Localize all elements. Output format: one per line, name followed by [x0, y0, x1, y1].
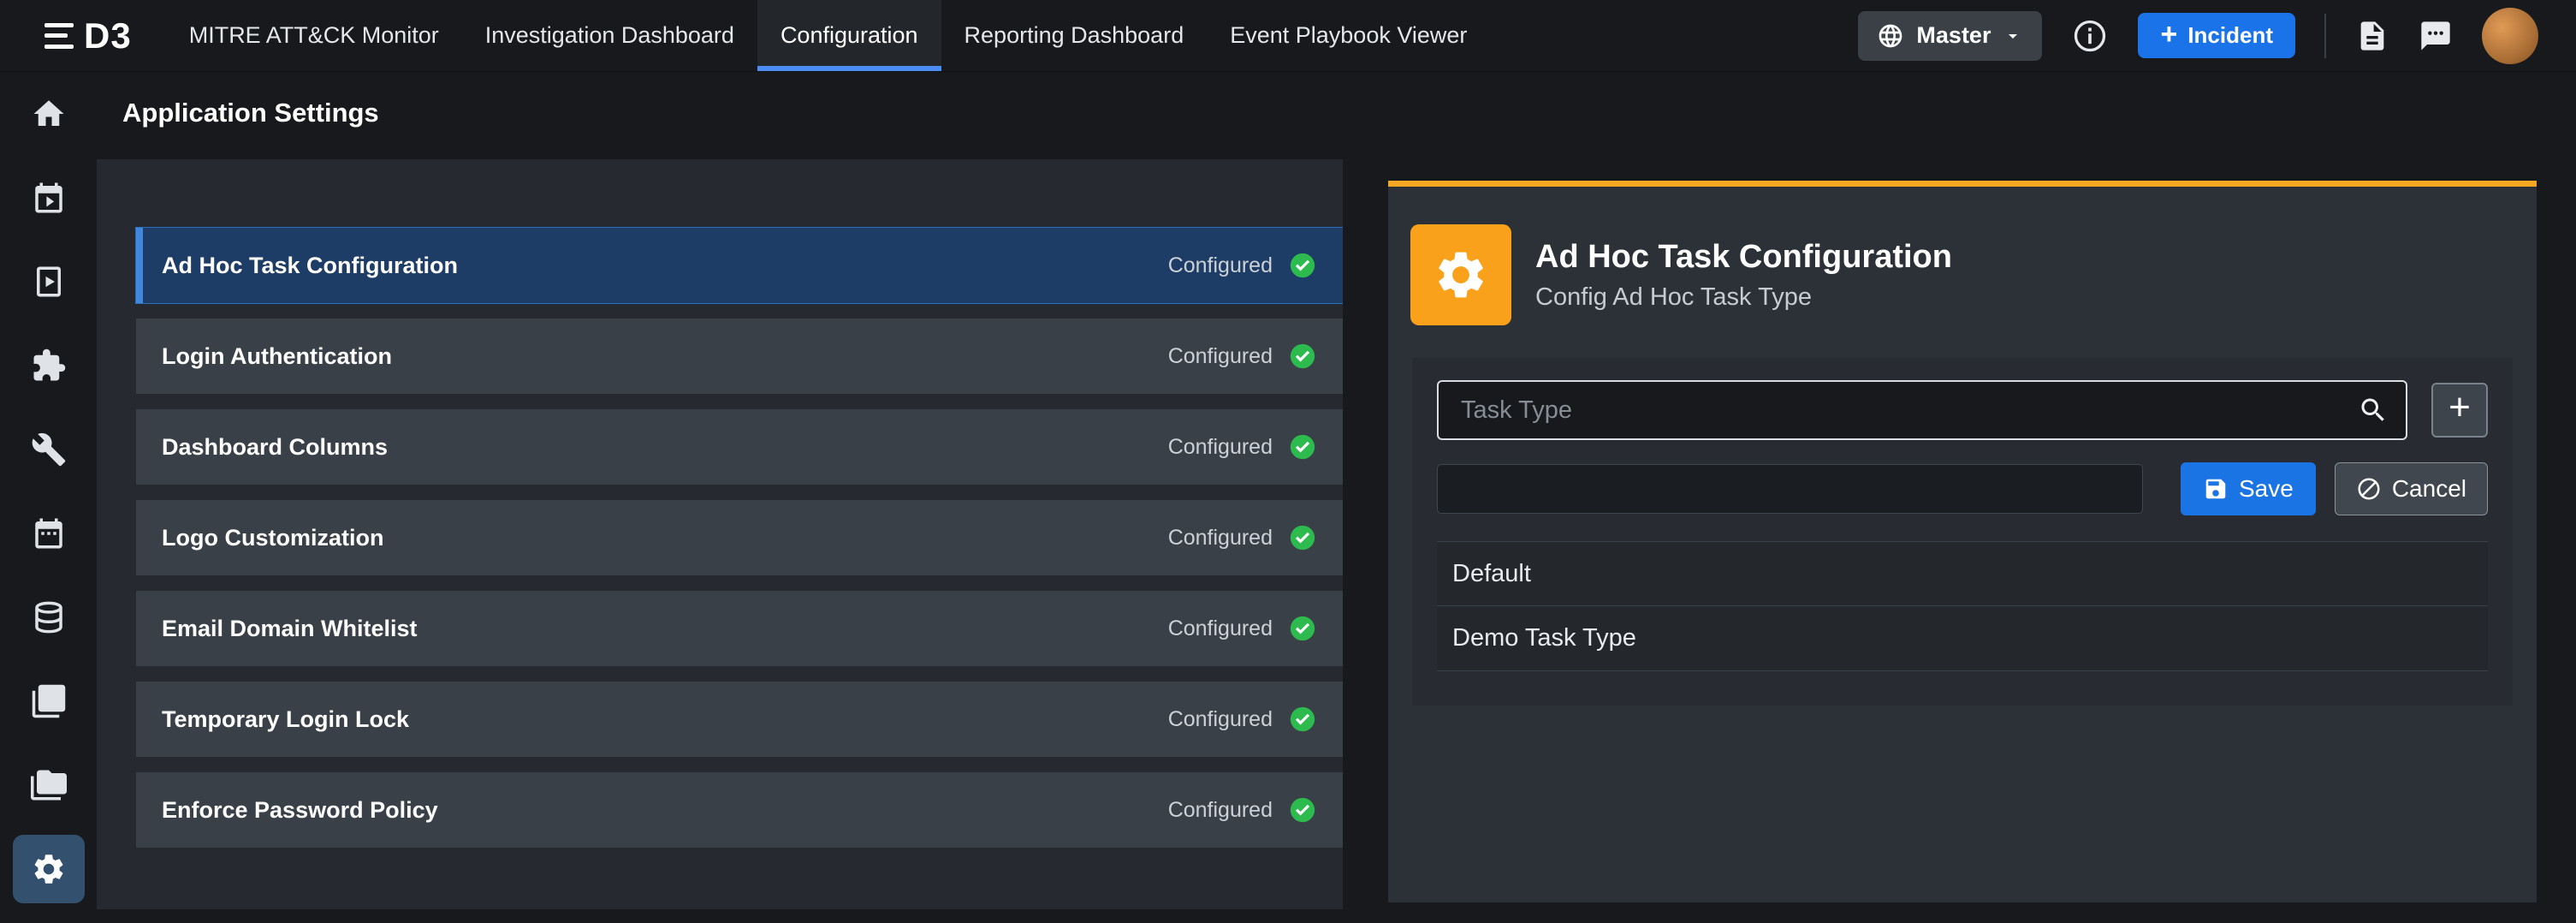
detail-panel: Ad Hoc Task Configuration Config Ad Hoc …: [1388, 181, 2537, 902]
settings-item-enforce-password-policy[interactable]: Enforce Password Policy Configured: [136, 772, 1343, 848]
settings-item-login-authentication[interactable]: Login Authentication Configured: [136, 319, 1343, 394]
gear-icon: [1433, 247, 1489, 303]
sidebar-item-playbooks[interactable]: [0, 240, 97, 324]
main-area: Application Settings Ad Hoc Task Configu…: [97, 72, 2576, 923]
detail-title: Ad Hoc Task Configuration: [1535, 238, 1952, 277]
chat-icon[interactable]: [2419, 19, 2453, 53]
sidebar-item-schedule[interactable]: [0, 491, 97, 575]
configured-check-icon: [1288, 795, 1317, 825]
save-icon: [2203, 476, 2229, 502]
windows-icon: [31, 683, 67, 719]
info-icon[interactable]: [2071, 17, 2109, 55]
incident-button-label: Incident: [2187, 22, 2273, 49]
task-type-list: Default Demo Task Type: [1437, 541, 2488, 671]
add-task-type-button[interactable]: +: [2431, 383, 2488, 438]
nav-configuration[interactable]: Configuration: [757, 0, 941, 71]
topbar-divider: [2324, 14, 2326, 58]
chevron-down-icon: [2003, 26, 2023, 46]
schedule-icon: [31, 515, 67, 551]
globe-icon: [1877, 22, 1904, 50]
nav-event-playbook-viewer[interactable]: Event Playbook Viewer: [1207, 0, 1490, 71]
logo-text: D3: [84, 15, 132, 57]
status-badge: Configured: [1168, 795, 1317, 825]
status-badge: Configured: [1168, 342, 1317, 371]
sidebar-item-integrations[interactable]: [0, 324, 97, 408]
status-badge: Configured: [1168, 432, 1317, 462]
configured-check-icon: [1288, 614, 1317, 643]
app-root: D3 MITRE ATT&CK Monitor Investigation Da…: [0, 0, 2576, 923]
nav-mitre-attack-monitor[interactable]: MITRE ATT&CK Monitor: [166, 0, 462, 71]
new-task-type-input[interactable]: [1437, 464, 2143, 514]
settings-item-email-domain-whitelist[interactable]: Email Domain Whitelist Configured: [136, 591, 1343, 666]
status-badge: Configured: [1168, 251, 1317, 280]
sidebar-item-home[interactable]: [0, 72, 97, 156]
detail-subtitle: Config Ad Hoc Task Type: [1535, 283, 1952, 312]
cancel-button[interactable]: Cancel: [2335, 462, 2488, 515]
configured-check-icon: [1288, 342, 1317, 371]
configured-check-icon: [1288, 251, 1317, 280]
settings-item-logo-customization[interactable]: Logo Customization Configured: [136, 500, 1343, 575]
top-navigation-bar: D3 MITRE ATT&CK Monitor Investigation Da…: [0, 0, 2576, 72]
task-type-row-demo[interactable]: Demo Task Type: [1437, 606, 2488, 671]
nav-reporting-dashboard[interactable]: Reporting Dashboard: [941, 0, 1208, 71]
cancel-icon: [2356, 476, 2382, 502]
incident-button[interactable]: + Incident: [2138, 13, 2295, 58]
save-button-label: Save: [2239, 475, 2294, 503]
menu-bars-icon: [45, 23, 74, 49]
sidebar-item-data[interactable]: [0, 575, 97, 659]
content-area: Ad Hoc Task Configuration Configured Log…: [97, 154, 2576, 923]
home-icon: [31, 96, 67, 132]
settings-list-panel: Ad Hoc Task Configuration Configured Log…: [97, 159, 1343, 909]
configured-check-icon: [1288, 705, 1317, 734]
page-title: Application Settings: [122, 98, 379, 128]
status-badge: Configured: [1168, 523, 1317, 552]
master-dropdown[interactable]: Master: [1858, 11, 2042, 61]
sidebar: [0, 72, 97, 923]
configured-check-icon: [1288, 432, 1317, 462]
page-header: Application Settings: [97, 72, 2576, 154]
detail-header: Ad Hoc Task Configuration Config Ad Hoc …: [1388, 187, 2537, 358]
sidebar-item-files[interactable]: [0, 743, 97, 827]
d3-logo[interactable]: D3: [45, 0, 132, 71]
sidebar-item-windows[interactable]: [0, 659, 97, 743]
search-wrap: [1437, 380, 2407, 440]
settings-rows: Ad Hoc Task Configuration Configured Log…: [136, 228, 1343, 848]
search-row: +: [1437, 380, 2488, 440]
settings-item-dashboard-columns[interactable]: Dashboard Columns Configured: [136, 409, 1343, 485]
tools-icon: [31, 432, 67, 467]
integrations-icon: [31, 348, 67, 384]
new-task-type-form: Save Cancel: [1437, 462, 2488, 515]
sidebar-item-utilities[interactable]: [0, 408, 97, 491]
events-calendar-icon: [31, 180, 67, 216]
detail-body: + Save Cancel: [1412, 358, 2513, 706]
main-nav: MITRE ATT&CK Monitor Investigation Dashb…: [166, 0, 1491, 71]
save-button[interactable]: Save: [2181, 462, 2316, 515]
settings-icon: [31, 851, 67, 887]
topbar-right-controls: Master + Incident: [1858, 0, 2538, 71]
settings-item-temporary-login-lock[interactable]: Temporary Login Lock Configured: [136, 682, 1343, 757]
task-type-row-default[interactable]: Default: [1437, 541, 2488, 606]
avatar[interactable]: [2482, 8, 2538, 64]
settings-active-highlight: [13, 835, 85, 903]
body-row: Application Settings Ad Hoc Task Configu…: [0, 72, 2576, 923]
status-badge: Configured: [1168, 705, 1317, 734]
status-badge: Configured: [1168, 614, 1317, 643]
settings-item-ad-hoc-task-configuration[interactable]: Ad Hoc Task Configuration Configured: [136, 228, 1343, 303]
plus-icon: +: [2448, 389, 2471, 426]
task-type-search-input[interactable]: [1437, 380, 2407, 440]
detail-icon-badge: [1410, 224, 1511, 325]
configured-check-icon: [1288, 523, 1317, 552]
cancel-button-label: Cancel: [2392, 475, 2466, 503]
detail-titles: Ad Hoc Task Configuration Config Ad Hoc …: [1535, 238, 1952, 313]
folder-icon: [31, 767, 67, 803]
playbook-icon: [31, 264, 67, 300]
sidebar-item-settings[interactable]: [0, 827, 97, 911]
sidebar-item-events[interactable]: [0, 156, 97, 240]
nav-investigation-dashboard[interactable]: Investigation Dashboard: [462, 0, 757, 71]
plus-icon: +: [2160, 20, 2177, 49]
master-dropdown-label: Master: [1916, 22, 1991, 49]
database-icon: [31, 599, 67, 635]
document-icon[interactable]: [2355, 19, 2389, 53]
